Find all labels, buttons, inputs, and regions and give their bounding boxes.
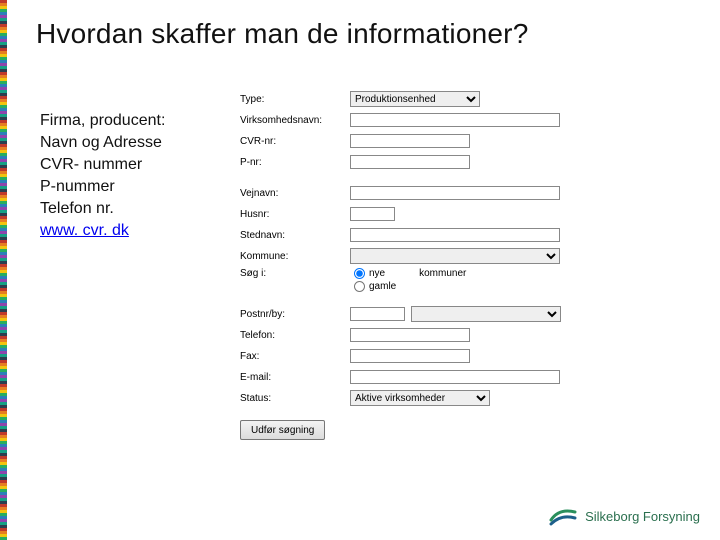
telefon-input[interactable] [350,328,470,342]
footer-brand: Silkeborg Forsyning [549,506,700,526]
postnrby-label: Postnr/by: [240,309,350,320]
type-select[interactable]: Produktionsenhed [350,91,480,107]
radio-extra-label: kommuner [419,268,466,279]
husnr-label: Husnr: [240,209,350,220]
type-label: Type: [240,94,350,105]
virksomhedsnavn-label: Virksomhedsnavn: [240,115,350,126]
radio-gamle-label: gamle [369,281,396,292]
footer-brand-text: Silkeborg Forsyning [585,509,700,524]
virksomhedsnavn-input[interactable] [350,113,560,127]
husnr-input[interactable] [350,207,395,221]
vejnavn-input[interactable] [350,186,560,200]
vejnavn-label: Vejnavn: [240,188,350,199]
pnr-label: P-nr: [240,157,350,168]
left-line-3: CVR- nummer [40,154,165,176]
kommune-select[interactable] [350,248,560,264]
fax-label: Fax: [240,351,350,362]
status-select[interactable]: Aktive virksomheder [350,390,490,406]
radio-nye-label: nye [369,268,385,279]
sogi-radio-group: nye kommuner gamle [354,268,466,292]
cvrnr-input[interactable] [350,134,470,148]
radio-gamle[interactable] [354,281,365,292]
email-label: E-mail: [240,372,350,383]
decorative-stripe [0,0,7,540]
left-line-5: Telefon nr. [40,198,165,220]
fax-input[interactable] [350,349,470,363]
stednavn-input[interactable] [350,228,560,242]
kommune-label: Kommune: [240,251,350,262]
postnr-input[interactable] [350,307,405,321]
sogi-label: Søg i: [240,268,350,279]
left-line-2: Navn og Adresse [40,132,165,154]
pnr-input[interactable] [350,155,470,169]
left-line-4: P-nummer [40,176,165,198]
logo-icon [549,506,577,526]
by-select[interactable] [411,306,561,322]
cvrnr-label: CVR-nr: [240,136,350,147]
search-form: Type: Produktionsenhed Virksomhedsnavn: … [240,90,580,443]
left-line-1: Firma, producent: [40,110,165,132]
left-info-block: Firma, producent: Navn og Adresse CVR- n… [40,110,165,242]
telefon-label: Telefon: [240,330,350,341]
stednavn-label: Stednavn: [240,230,350,241]
email-input[interactable] [350,370,560,384]
page-title: Hvordan skaffer man de informationer? [36,18,528,50]
cvr-link[interactable]: www. cvr. dk [40,222,129,239]
search-button[interactable]: Udfør søgning [240,420,325,440]
radio-nye[interactable] [354,268,365,279]
status-label: Status: [240,393,350,404]
